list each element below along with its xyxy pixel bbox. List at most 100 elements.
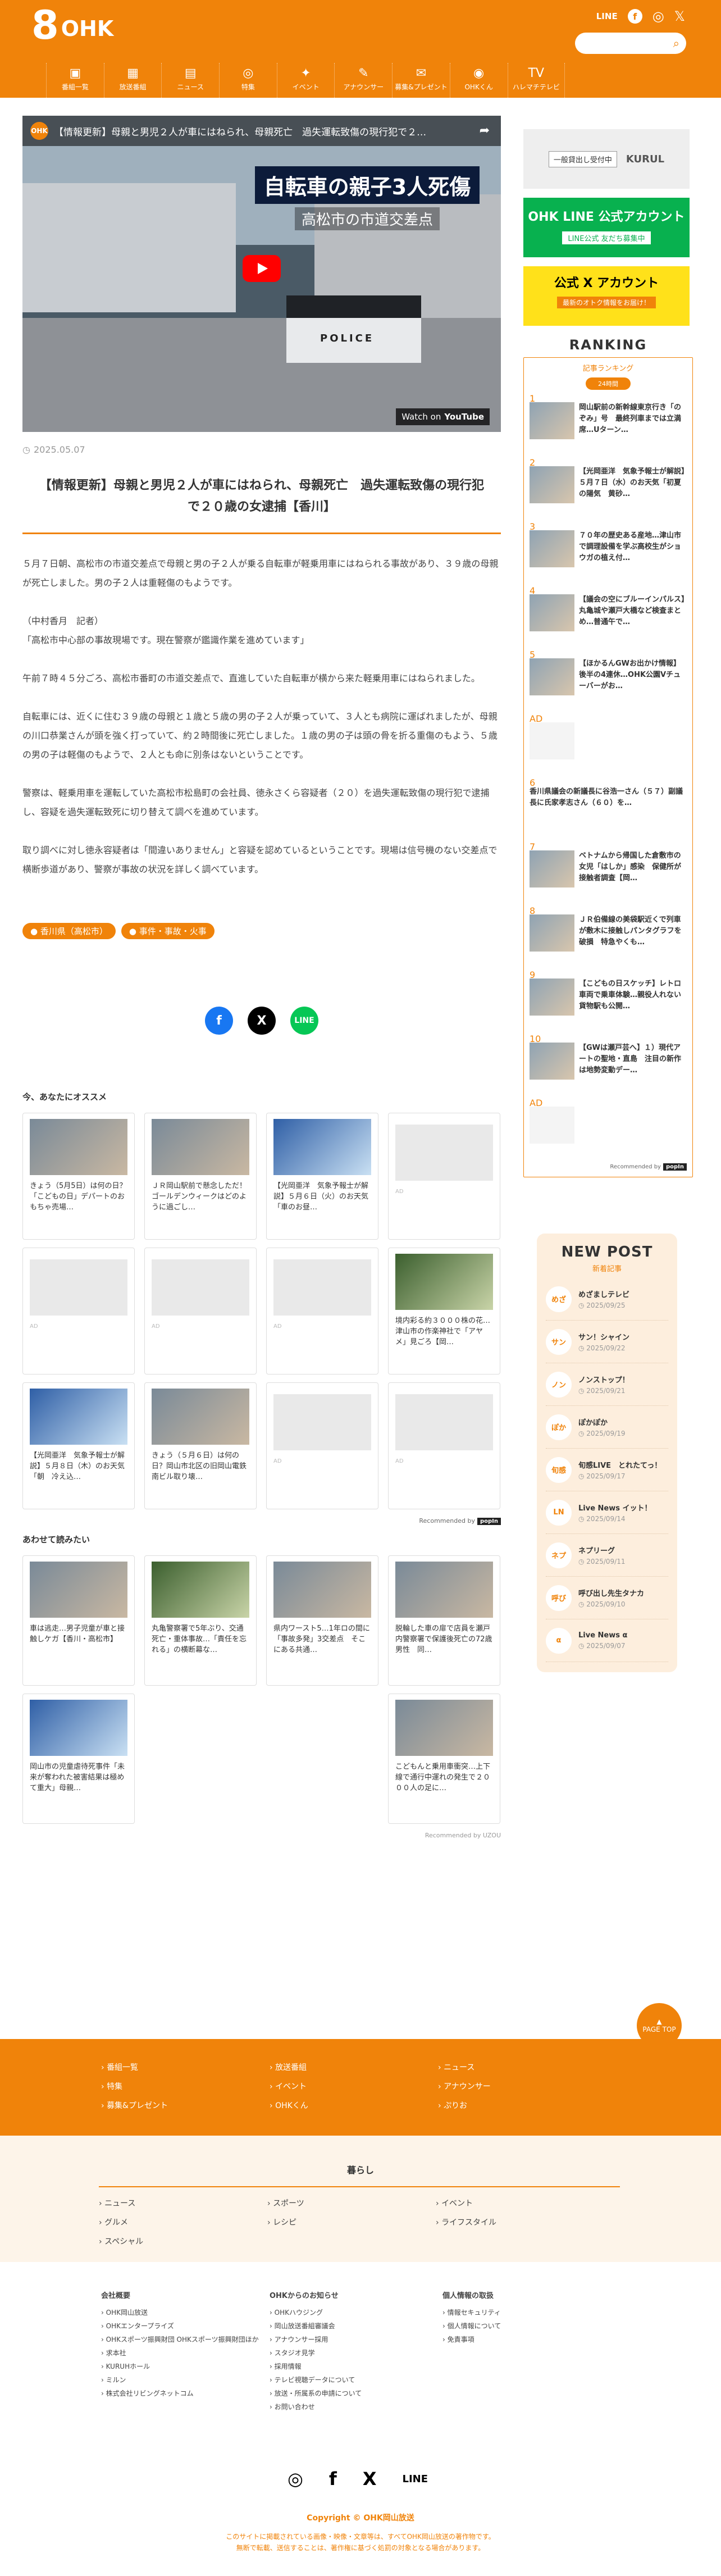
recommend-card[interactable]: ＪＲ岡山駅前で懸念しただ！ゴールデンウィークはどのように過ごし… <box>144 1113 257 1240</box>
nav-item-feature[interactable]: ◎ 特集 <box>219 63 277 98</box>
line-account-banner[interactable]: OHK LINE 公式アカウント LINE公式 友だち募集中 <box>523 198 690 257</box>
recommend-card[interactable]: きょう（５月６日）は何の日？岡山市北区の旧岡山電鉄南ビル取り壊… <box>144 1382 257 1509</box>
new-post-item[interactable]: ネプ ネプリーグ ◷ 2025/09/11 <box>546 1534 668 1577</box>
footer-link[interactable]: 免責事項 <box>442 2333 618 2346</box>
ad-card[interactable]: AD <box>266 1248 378 1375</box>
kurul-banner[interactable]: 一般貸出し受付中 KURUL <box>523 129 690 189</box>
footer-nav-link[interactable]: 放送番組 <box>270 2061 438 2073</box>
footer-link[interactable]: OHKハウジング <box>270 2306 442 2319</box>
footer-link[interactable]: 求本社 <box>101 2346 270 2360</box>
related-card[interactable]: 丸亀警察署で5年ぶり、交通死亡・重体事故…「責任を忘れる」の横断幕な… <box>144 1555 257 1686</box>
share-icon[interactable]: ➦ <box>480 124 490 138</box>
ranking-item[interactable]: AD <box>530 710 687 774</box>
nav-item-broadcast[interactable]: ▦ 放送番組 <box>103 63 162 98</box>
footer-link[interactable]: OHKスポーツ振興財団 OHKスポーツ振興財団ほか <box>101 2333 270 2346</box>
ad-card[interactable]: AD <box>144 1248 257 1375</box>
footer-link[interactable]: お問い合わせ <box>270 2400 442 2414</box>
line-icon[interactable]: LINE <box>403 2473 428 2485</box>
footer-link[interactable]: 岡山放送番組審議会 <box>270 2319 442 2333</box>
new-post-item[interactable]: サン サン！シャイン ◷ 2025/09/22 <box>546 1321 668 1363</box>
related-card[interactable]: こどもんと乗用車衝突…上下線で通行中運れの発生で２０００人の足に… <box>388 1694 500 1824</box>
line-link[interactable]: LINE <box>596 11 618 21</box>
ranking-item[interactable]: 5 【ほかるんGWお出かけ情報】後半の4連休…OHK公園Vチューバーがお… <box>530 646 687 710</box>
footer-nav-link[interactable]: イベント <box>270 2081 438 2092</box>
footer-nav-link[interactable]: アナウンサー <box>438 2081 606 2092</box>
kurashi-link[interactable]: イベント <box>436 2197 604 2209</box>
ranking-item[interactable]: 6 香川県議会の新議長に谷浩一さん（５７）副議長に氏家孝志さん（６０）を… <box>530 774 687 838</box>
nav-item-announcer[interactable]: ✎ アナウンサー <box>334 63 392 98</box>
facebook-share-icon[interactable]: f <box>205 1007 233 1035</box>
footer-link[interactable]: 採用情報 <box>270 2360 442 2373</box>
ranking-item[interactable]: 7 ベトナムから帰国した倉敷市の女児「はしか」感染 保健所が接触者調査【岡… <box>530 838 687 902</box>
new-post-item[interactable]: めざ めざましテレビ ◷ 2025/09/25 <box>546 1278 668 1321</box>
footer-link[interactable]: スタジオ見学 <box>270 2346 442 2360</box>
new-post-item[interactable]: 旬感 旬感LIVE とれたてっ！ ◷ 2025/09/17 <box>546 1449 668 1491</box>
recommend-card[interactable]: 【光岡亜洋 気象予報士が解説】５月８日（木）のお天気「朝 冷え込… <box>22 1382 135 1509</box>
recommend-card[interactable]: 境内彩る約３０００株の花…津山市の作楽神社で「アヤメ」見ごろ【岡… <box>388 1248 500 1375</box>
recommend-card[interactable]: きょう（5月5日）は何の日？「こどもの日」デパートのおもちゃ売場… <box>22 1113 135 1240</box>
ranking-item[interactable]: 9 【こどもの日スケッチ】レトロ車両で乗車体験…親役人れない貨物駅も公開… <box>530 966 687 1030</box>
nav-item-present[interactable]: ✉ 募集&プレゼント <box>392 63 450 98</box>
popin-logo[interactable]: popIn <box>663 1163 687 1171</box>
ranking-item[interactable]: 8 ＪＲ伯備線の美袋駅近くで列車が敷木に接触しパンタグラフを破損 特急やくも… <box>530 902 687 966</box>
kurashi-link[interactable]: ニュース <box>99 2197 267 2209</box>
search-input[interactable] <box>583 33 673 54</box>
site-logo[interactable]: 8 OHK <box>31 6 113 45</box>
ranking-item[interactable]: 4 【議会の空にブルーインパルス】丸亀城や瀬戸大橋など検査まとめ…普通午で… <box>530 582 687 646</box>
ad-card[interactable]: AD <box>266 1382 378 1509</box>
kurashi-link[interactable]: スペシャル <box>99 2236 267 2247</box>
footer-link[interactable]: OHKエンタープライズ <box>101 2319 270 2333</box>
ranking-item[interactable]: 1 岡山駅前の新幹線東京行き「のぞみ」号 最終列車までは立満席…Uターン… <box>530 390 687 454</box>
footer-link[interactable]: 株式会社リビングネットコム <box>101 2387 270 2400</box>
footer-link[interactable]: OHK岡山放送 <box>101 2306 270 2319</box>
kurashi-link[interactable]: グルメ <box>99 2217 267 2228</box>
nav-item-ohkkun[interactable]: ◉ OHKくん <box>449 63 508 98</box>
channel-avatar[interactable]: OHK <box>30 122 48 140</box>
ad-card[interactable]: AD <box>388 1382 500 1509</box>
x-icon[interactable]: 𝕏 <box>674 10 685 23</box>
footer-nav-link[interactable]: 特集 <box>101 2081 270 2092</box>
facebook-icon[interactable]: f <box>329 2468 337 2489</box>
tag-incident[interactable]: ● 事件・事故・火事 <box>121 923 215 939</box>
ranking-item[interactable]: 3 ７０年の歴史ある産地…津山市で調理設備を学ぶ高校生がショウガの植え付… <box>530 518 687 582</box>
nav-item-haremachi[interactable]: TV ハレマチテレビ <box>507 63 565 98</box>
related-card[interactable]: 県内ワースト5…1年ロの間に「事故多発」3交差点 そこにある共通… <box>266 1555 378 1686</box>
recommend-card[interactable]: 【光岡亜洋 気象予報士が解説】５月６日（火）のお天気「車のお昼… <box>266 1113 378 1240</box>
new-post-item[interactable]: ノン ノンストップ！ ◷ 2025/09/21 <box>546 1363 668 1406</box>
footer-nav-link[interactable]: 募集&プレゼント <box>101 2100 270 2111</box>
nav-item-news[interactable]: ▤ ニュース <box>161 63 219 98</box>
video-title[interactable]: 【情報更新】母親と男児２人が車にはねられ、母親死亡 過失運転致傷の現行犯で２… <box>54 124 458 138</box>
video-player[interactable]: POLICE OHK 【情報更新】母親と男児２人が車にはねられ、母親死亡 過失運… <box>22 116 501 432</box>
new-post-item[interactable]: LN Live News イット！ ◷ 2025/09/14 <box>546 1491 668 1534</box>
nav-item-programs[interactable]: ▣ 番組一覧 <box>46 63 104 98</box>
footer-link[interactable]: ミルン <box>101 2373 270 2387</box>
search-icon[interactable]: ⌕ <box>673 37 679 50</box>
kurashi-link[interactable]: ライフスタイル <box>436 2217 604 2228</box>
ranking-period-tab[interactable]: 24時間 <box>586 377 631 390</box>
ranking-item[interactable]: 10 【GWは瀬戸芸へ】１）現代アートの聖地・直島 注目の新作は地勢変動デー… <box>530 1030 687 1094</box>
footer-nav-link[interactable]: 番組一覧 <box>101 2061 270 2073</box>
footer-nav-link[interactable]: ニュース <box>438 2061 606 2073</box>
nav-item-event[interactable]: ✦ イベント <box>276 63 335 98</box>
kurashi-link[interactable]: レシピ <box>267 2217 436 2228</box>
footer-nav-link[interactable]: OHKくん <box>270 2100 438 2111</box>
footer-nav-link[interactable]: ぷりお <box>438 2100 606 2111</box>
play-button[interactable] <box>243 255 281 282</box>
ranking-item[interactable]: 2 【光岡亜洋 気象予報士が解説】５月７日（水）のお天気「初夏の陽気 黄砂… <box>530 454 687 518</box>
footer-link[interactable]: 放送・所属系の申請について <box>270 2387 442 2400</box>
tag-kagawa[interactable]: ● 香川県（高松市） <box>22 923 116 939</box>
ranking-item[interactable]: AD <box>530 1094 687 1158</box>
ad-card[interactable]: AD <box>388 1113 500 1240</box>
instagram-icon[interactable]: ◎ <box>652 10 664 23</box>
watch-on-youtube[interactable]: Watch on YouTube <box>396 408 490 425</box>
new-post-item[interactable]: α Live News α ◷ 2025/09/07 <box>546 1619 668 1662</box>
kurashi-link[interactable]: スポーツ <box>267 2197 436 2209</box>
footer-link[interactable]: 個人情報について <box>442 2319 618 2333</box>
x-icon[interactable]: X <box>363 2468 377 2489</box>
footer-link[interactable]: 情報セキュリティ <box>442 2306 618 2319</box>
footer-link[interactable]: KURUHホール <box>101 2360 270 2373</box>
facebook-icon[interactable]: f <box>627 9 642 24</box>
instagram-icon[interactable]: ◎ <box>288 2468 303 2489</box>
ad-card[interactable]: AD <box>22 1248 135 1375</box>
new-post-item[interactable]: 呼び 呼び出し先生タナカ ◷ 2025/09/10 <box>546 1577 668 1619</box>
